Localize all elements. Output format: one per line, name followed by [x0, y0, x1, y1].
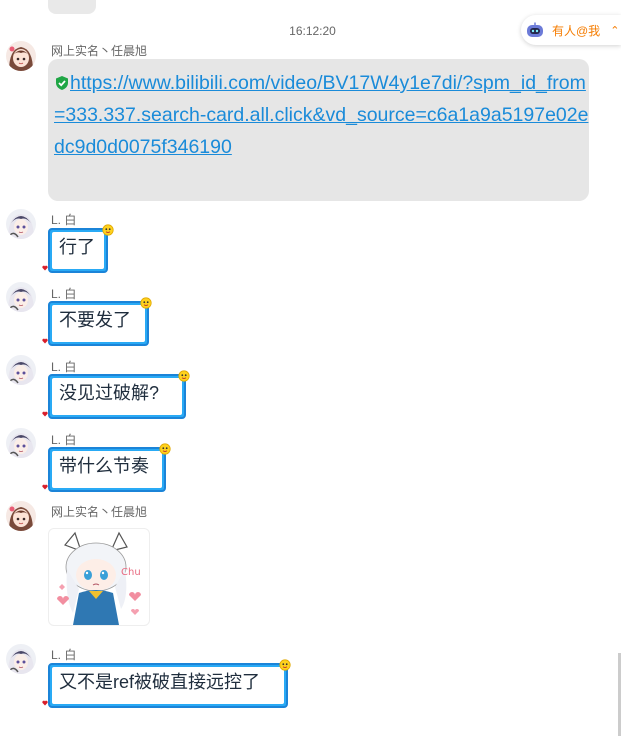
- message-bubble[interactable]: 又不是ref被破直接远控了: [48, 663, 288, 708]
- sticker-caption: Chu: [121, 567, 141, 578]
- sender-name: L. 白: [51, 648, 77, 662]
- avatar[interactable]: [6, 428, 36, 458]
- message-bubble[interactable]: 带什么节奏: [48, 447, 166, 492]
- sun-face-icon: [159, 443, 171, 455]
- sender-name: L. 白: [51, 287, 77, 301]
- link-url[interactable]: https://www.bilibili.com/video/BV17W4y1e…: [54, 72, 588, 158]
- sender-name: L. 白: [51, 360, 77, 374]
- message-bubble[interactable]: 不要发了: [48, 301, 149, 346]
- avatar[interactable]: [6, 355, 36, 385]
- sun-face-icon: [102, 224, 114, 236]
- avatar[interactable]: [6, 209, 36, 239]
- sender-name: 网上实名丶任晨旭: [51, 44, 148, 58]
- robot-icon: [527, 22, 543, 37]
- mention-label: 有人@我: [552, 23, 601, 38]
- sticker-image[interactable]: Chu: [48, 528, 150, 626]
- message-text: 又不是ref被破直接远控了: [52, 667, 284, 704]
- message-bubble[interactable]: 行了: [48, 228, 108, 273]
- link-text[interactable]: https://www.bilibili.com/video/BV17W4y1e…: [54, 67, 589, 163]
- verified-shield-icon: [56, 76, 68, 90]
- sun-face-icon: [279, 659, 291, 671]
- sun-face-icon: [140, 297, 152, 309]
- message-text: 不要发了: [52, 305, 145, 342]
- message-bubble[interactable]: 没见过破解?: [48, 374, 186, 419]
- mention-notification[interactable]: 有人@我 ⌃: [521, 15, 621, 45]
- avatar[interactable]: [6, 282, 36, 312]
- sender-name: L. 白: [51, 213, 77, 227]
- message-text: 没见过破解?: [52, 378, 182, 415]
- message-text: 带什么节奏: [52, 451, 162, 488]
- cat-girl-sticker: Chu: [57, 531, 141, 625]
- sender-name: 网上实名丶任晨旭: [51, 505, 148, 519]
- double-chevron-up-icon[interactable]: ⌃: [610, 24, 619, 37]
- sun-face-icon: [178, 370, 190, 382]
- sender-name: L. 白: [51, 433, 77, 447]
- previous-message-bubble[interactable]: [48, 0, 96, 14]
- avatar[interactable]: [6, 644, 36, 674]
- link-message-bubble[interactable]: https://www.bilibili.com/video/BV17W4y1e…: [48, 59, 589, 201]
- message-text: 行了: [52, 232, 104, 269]
- avatar[interactable]: [6, 501, 36, 531]
- avatar[interactable]: [6, 41, 36, 71]
